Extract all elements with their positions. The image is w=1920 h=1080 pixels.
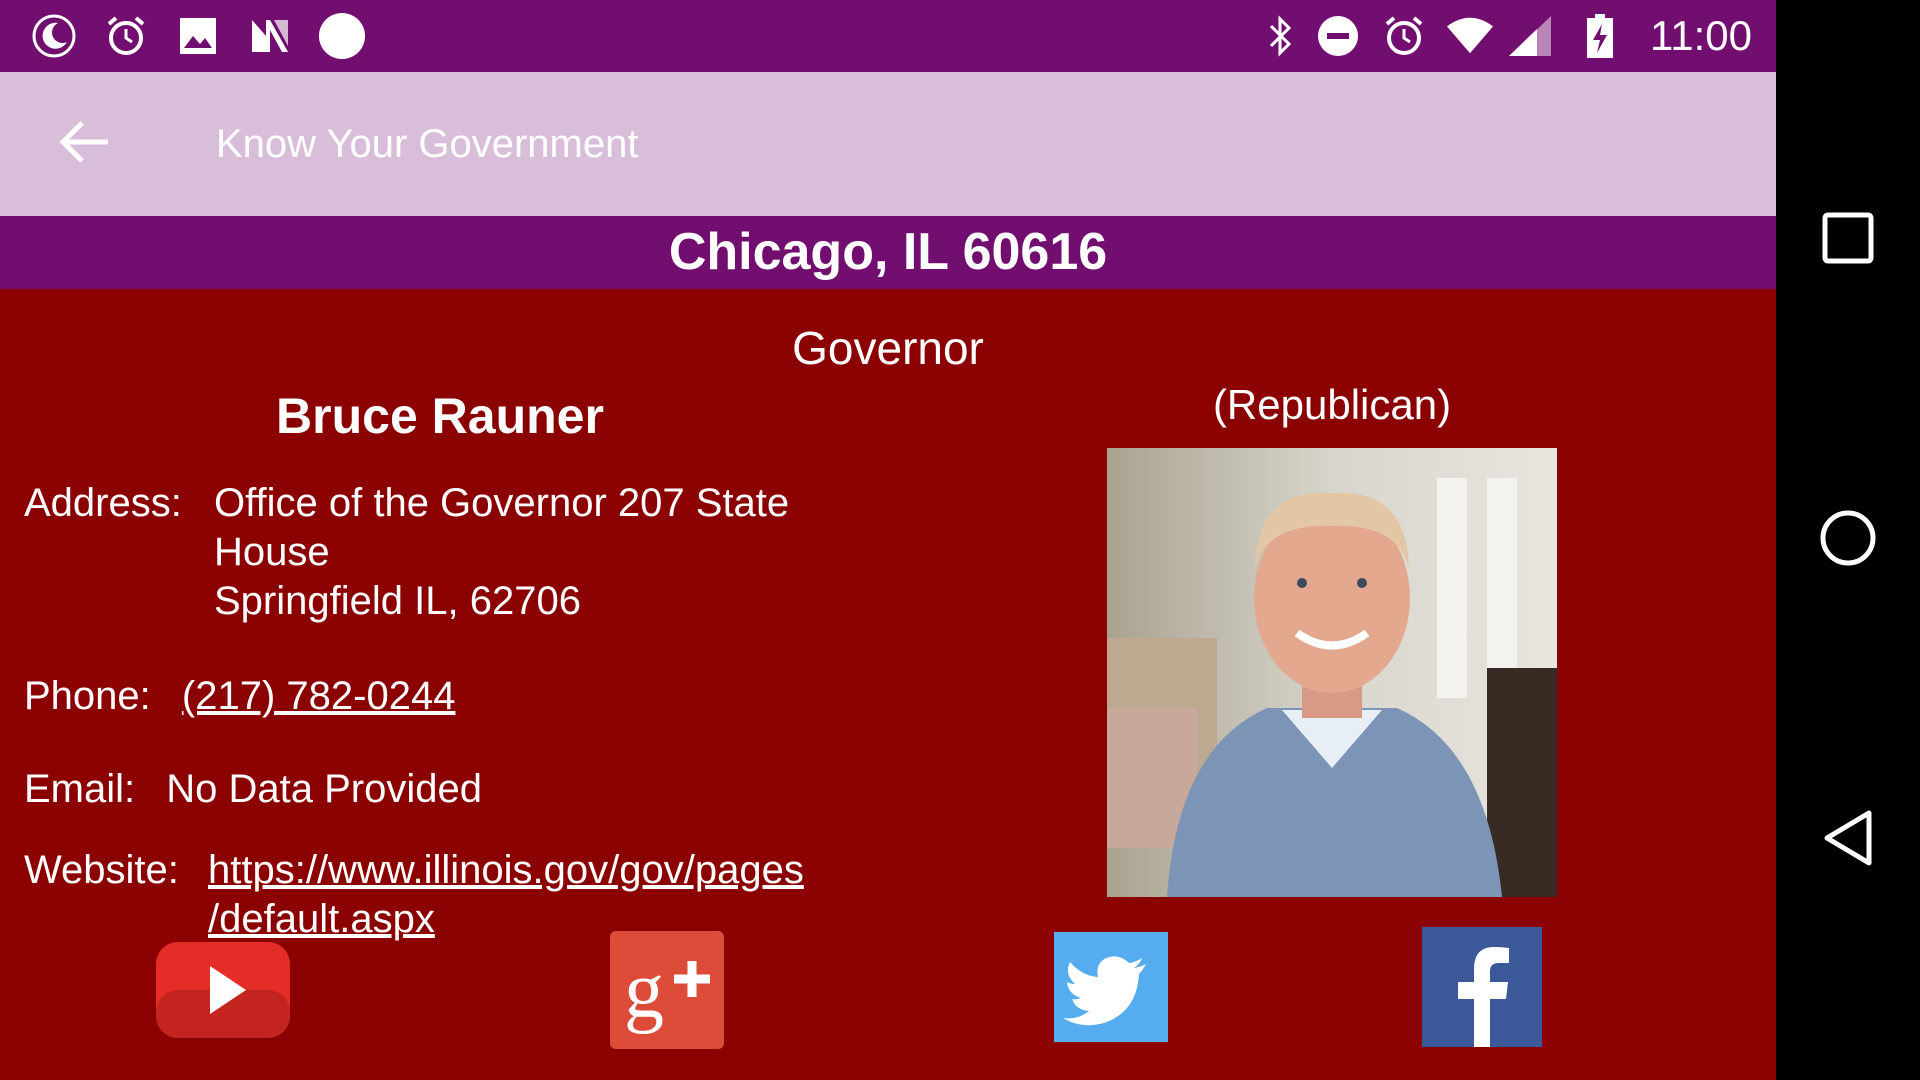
n-logo-icon bbox=[246, 12, 294, 60]
address-line-3: Springfield IL, 62706 bbox=[214, 579, 581, 623]
svg-text:g: g bbox=[624, 947, 664, 1035]
website-link-line-1[interactable]: https://www.illinois.gov/gov/pages bbox=[208, 848, 804, 892]
address-line-2: House bbox=[214, 530, 330, 574]
address-label: Address: bbox=[24, 481, 182, 525]
app-bar: Know Your Government bbox=[0, 72, 1776, 216]
wifi-icon bbox=[1446, 12, 1494, 60]
website-row: Website: https://www.illinois.gov/gov/pa… bbox=[24, 846, 804, 941]
cell-signal-icon bbox=[1506, 12, 1554, 60]
twitter-icon bbox=[1054, 932, 1168, 1046]
phone-label: Phone: bbox=[24, 674, 151, 718]
twitter-button[interactable] bbox=[1054, 932, 1168, 1047]
website-label: Website: bbox=[24, 848, 179, 892]
circle-icon bbox=[318, 12, 366, 60]
official-detail: Governor Bruce Rauner (Republican) Addre… bbox=[0, 289, 1776, 1080]
back-nav-button[interactable] bbox=[1816, 808, 1880, 872]
status-bar: 11:00 bbox=[0, 0, 1776, 72]
alarm-icon bbox=[1380, 12, 1428, 60]
facebook-button[interactable] bbox=[1422, 927, 1542, 1052]
facebook-icon bbox=[1422, 927, 1542, 1051]
moon-icon bbox=[30, 12, 78, 60]
google-plus-button[interactable]: g bbox=[610, 931, 724, 1054]
email-value: No Data Provided bbox=[166, 767, 482, 811]
image-icon bbox=[174, 12, 222, 60]
youtube-icon bbox=[156, 942, 290, 1042]
email-label: Email: bbox=[24, 767, 136, 811]
official-photo[interactable] bbox=[1107, 448, 1557, 897]
website-value: https://www.illinois.gov/gov/pages /defa… bbox=[208, 846, 804, 944]
status-time: 11:00 bbox=[1650, 12, 1752, 59]
back-triangle-icon bbox=[1822, 809, 1874, 872]
party-label: (Republican) bbox=[1212, 381, 1452, 428]
arrow-back-icon bbox=[58, 119, 110, 170]
google-plus-icon: g bbox=[610, 931, 724, 1053]
do-not-disturb-icon bbox=[1314, 12, 1362, 60]
navigation-bar bbox=[1776, 0, 1920, 1080]
battery-charging-icon bbox=[1576, 12, 1624, 60]
recents-button[interactable] bbox=[1816, 208, 1880, 272]
home-circle-icon bbox=[1820, 510, 1876, 571]
location-banner: Chicago, IL 60616 bbox=[0, 216, 1776, 289]
website-link-line-2[interactable]: /default.aspx bbox=[208, 897, 435, 941]
official-name: Bruce Rauner bbox=[276, 388, 604, 444]
bluetooth-icon bbox=[1256, 12, 1304, 60]
phone-link[interactable]: (217) 782-0244 bbox=[182, 674, 456, 718]
app-title: Know Your Government bbox=[216, 122, 639, 166]
phone-row: Phone: (217) 782-0244 bbox=[24, 672, 455, 721]
address-line-1: Office of the Governor 207 State bbox=[214, 481, 790, 525]
email-row: Email: No Data Provided bbox=[24, 765, 482, 814]
address-row: Address: Office of the Governor 207 Stat… bbox=[24, 479, 789, 623]
office-title: Governor bbox=[792, 322, 984, 374]
youtube-button[interactable] bbox=[156, 942, 290, 1043]
alarm-icon bbox=[102, 12, 150, 60]
address-value[interactable]: Office of the Governor 207 State House S… bbox=[214, 479, 854, 626]
back-button[interactable] bbox=[44, 112, 124, 176]
home-button[interactable] bbox=[1816, 508, 1880, 572]
recents-square-icon bbox=[1822, 212, 1874, 269]
